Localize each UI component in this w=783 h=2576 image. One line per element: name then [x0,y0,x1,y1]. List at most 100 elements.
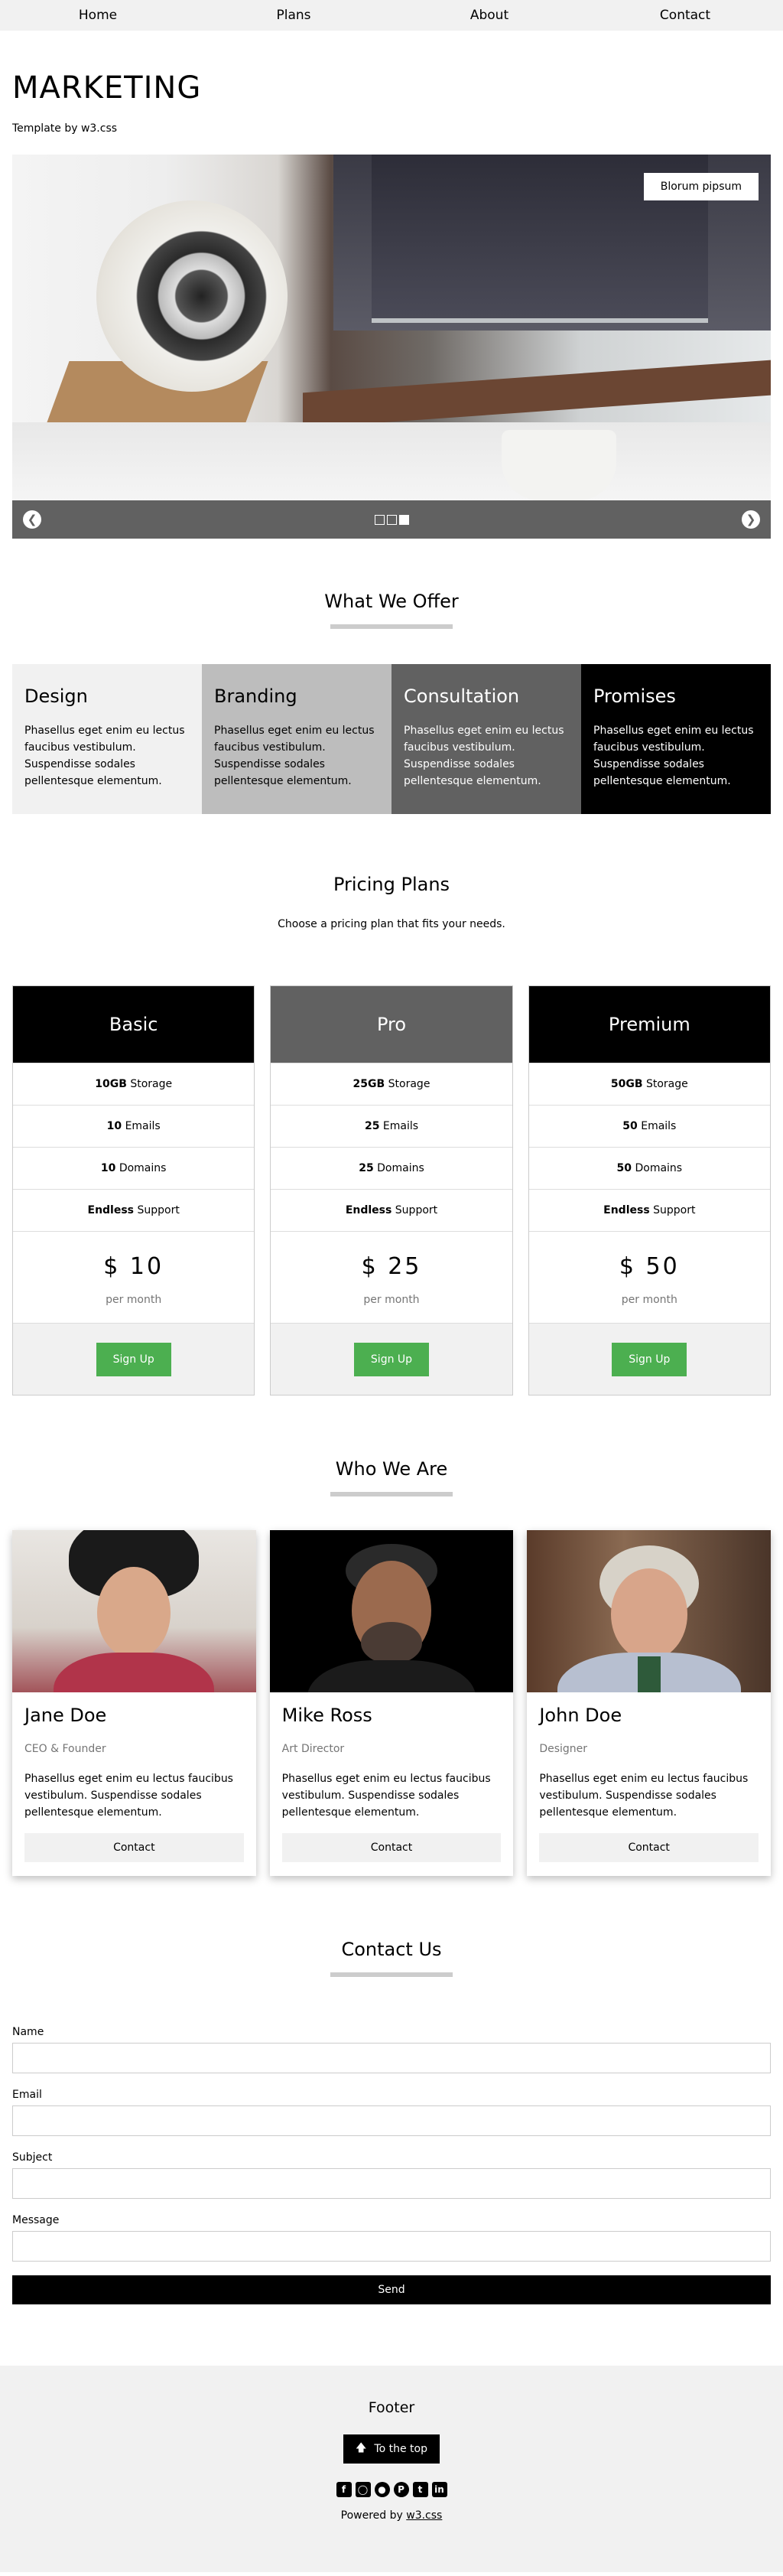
avatar-tie [637,1656,661,1692]
card-body: Jane Doe CEO & Founder Phasellus eget en… [12,1692,256,1876]
member-role: CEO & Founder [24,1743,106,1755]
slide-speaker [96,200,288,392]
offer-heading: Consultation [404,686,520,707]
to-top-button[interactable]: 🡅 To the top [343,2434,440,2464]
slider-dot-3[interactable] [398,514,409,525]
slide-desk [12,422,771,500]
powered-link[interactable]: w3.css [406,2509,442,2522]
sign-up-button[interactable]: Sign Up [612,1342,687,1376]
contact-divider [330,1972,453,1977]
arrow-left-icon[interactable]: ❮ [23,510,41,529]
plan-price: $ 50 per month [528,1231,770,1323]
card-body: Mike Ross Art Director Phasellus eget en… [270,1692,514,1876]
avatar-beard [361,1622,422,1664]
top-navbar: Home Plans About Contact [0,0,783,31]
plan-support: Endless Support [528,1189,770,1231]
price-period: per month [363,1294,420,1306]
social-icons: f ◯ ● P t in [0,2482,783,2497]
name-field[interactable] [12,2043,771,2073]
avatar [12,1530,256,1692]
email-label: Email [12,2089,42,2101]
member-desc: Phasellus eget enim eu lectus faucibus v… [539,1773,749,1819]
message-field[interactable] [12,2231,771,2262]
plan-footer: Sign Up [13,1323,255,1395]
message-label: Message [12,2214,60,2226]
plan-emails: 25 Emails [271,1105,512,1147]
team-cards: Jane Doe CEO & Founder Phasellus eget en… [12,1530,772,1876]
plan-support: Endless Support [13,1189,255,1231]
offer-text: Phasellus eget enim eu lectus faucibus v… [593,725,754,787]
slide-mug [502,430,616,500]
price-amount: $ 50 [619,1253,680,1280]
member-desc: Phasellus eget enim eu lectus faucibus v… [281,1773,491,1819]
plan-footer: Sign Up [528,1323,770,1395]
offer-design: Design Phasellus eget enim eu lectus fau… [12,664,202,814]
contact-button[interactable]: Contact [24,1833,244,1862]
page-subtitle: Template by w3.css [12,122,118,135]
page-title: MARKETING [12,70,202,106]
plan-emails: 10 Emails [13,1105,255,1147]
team-title: Who We Are [335,1458,448,1480]
page-header: MARKETING Template by w3.css [0,31,783,135]
plan-price: $ 10 per month [13,1231,255,1323]
plan-storage: 50GB Storage [528,1063,770,1105]
offer-text: Phasellus eget enim eu lectus faucibus v… [24,725,185,787]
plan-domains: 50 Domains [528,1147,770,1189]
contact-button[interactable]: Contact [539,1833,759,1862]
card-body: John Doe Designer Phasellus eget enim eu… [527,1692,771,1876]
slider-dot-1[interactable] [374,514,385,525]
nav-about[interactable]: About [392,0,587,31]
email-field[interactable] [12,2105,771,2136]
plan-emails: 50 Emails [528,1105,770,1147]
plan-support: Endless Support [271,1189,512,1231]
plan-storage: 10GB Storage [13,1063,255,1105]
pricing-subtitle: Choose a pricing plan that fits your nee… [278,918,505,930]
plan-name: Pro [271,986,512,1063]
name-label: Name [12,2026,44,2038]
slide-caption: Blorum pipsum [643,173,759,200]
arrow-right-icon[interactable]: ❯ [742,510,760,529]
nav-contact[interactable]: Contact [587,0,783,31]
avatar [527,1530,772,1692]
avatar [269,1530,514,1692]
contact-form: Name Email Subject Message Send [12,2026,771,2304]
instagram-icon[interactable]: ◯ [355,2482,371,2497]
avatar-clothes [307,1660,476,1692]
avatar-face [610,1568,687,1660]
plan-price: $ 25 per month [271,1231,512,1323]
member-name: John Doe [539,1705,622,1726]
offer-divider [330,624,453,629]
nav-plans[interactable]: Plans [196,0,392,31]
footer-title: Footer [368,2399,415,2416]
linkedin-icon[interactable]: in [431,2482,447,2497]
team-divider [330,1492,453,1496]
twitter-icon[interactable]: t [412,2482,428,2497]
offer-branding: Branding Phasellus eget enim eu lectus f… [202,664,392,814]
sign-up-button[interactable]: Sign Up [96,1342,171,1376]
avatar-clothes [54,1653,215,1692]
offer-heading: Design [24,686,88,707]
contact-button[interactable]: Contact [281,1833,502,1862]
send-button[interactable]: Send [12,2275,771,2304]
powered-prefix: Powered by [340,2509,403,2522]
snapchat-icon[interactable]: ● [374,2482,390,2497]
price-amount: $ 10 [103,1253,164,1280]
sign-up-button[interactable]: Sign Up [353,1342,429,1376]
offer-title: What We Offer [324,591,459,612]
price-amount: $ 25 [361,1253,422,1280]
pinterest-icon[interactable]: P [393,2482,409,2497]
page-footer: Footer 🡅 To the top f ◯ ● P t in Powered… [0,2366,783,2572]
nav-home[interactable]: Home [0,0,196,31]
plan-name: Premium [528,986,770,1063]
subject-field[interactable] [12,2168,771,2199]
offer-promises: Promises Phasellus eget enim eu lectus f… [581,664,771,814]
team-card-jane: Jane Doe CEO & Founder Phasellus eget en… [12,1530,256,1876]
pricing-title: Pricing Plans [333,874,450,895]
facebook-icon[interactable]: f [336,2482,352,2497]
price-period: per month [106,1294,162,1306]
team-card-john: John Doe Designer Phasellus eget enim eu… [527,1530,772,1876]
slide-image: Blorum pipsum [12,155,771,500]
slider-dot-2[interactable] [386,514,397,525]
plan-domains: 25 Domains [271,1147,512,1189]
pricing-plans: Basic 10GB Storage 10 Emails 10 Domains … [12,985,771,1395]
